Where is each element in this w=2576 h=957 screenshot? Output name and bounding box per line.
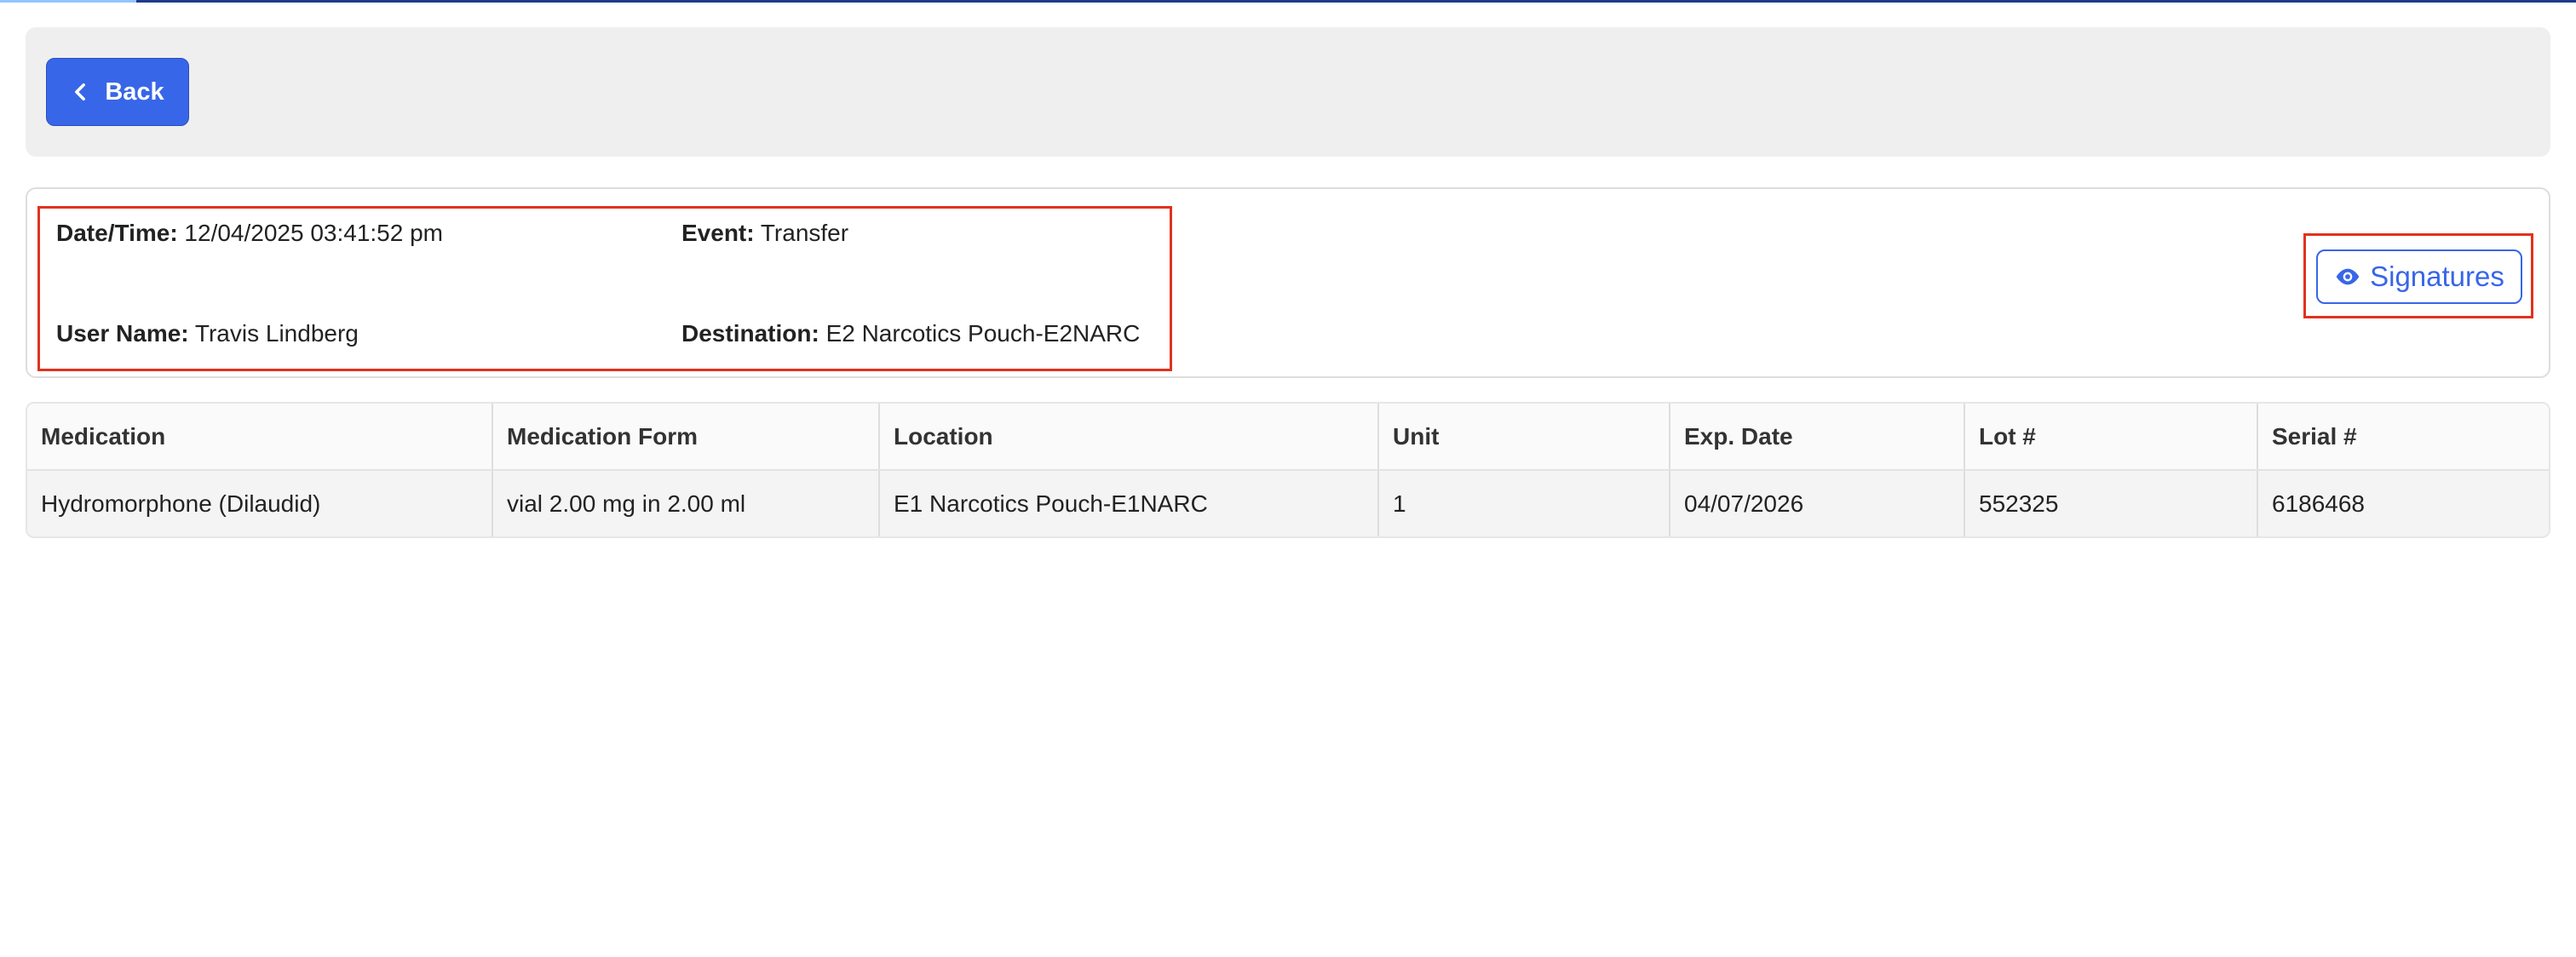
medication-table-container: Medication Medication Form Location Unit… — [26, 402, 2550, 538]
back-button[interactable]: Back — [46, 58, 189, 126]
col-header-unit[interactable]: Unit — [1378, 404, 1670, 471]
cell-location: E1 Narcotics Pouch-E1NARC — [879, 470, 1379, 536]
destination-value: E2 Narcotics Pouch-E2NARC — [825, 320, 1141, 347]
table-header-row: Medication Medication Form Location Unit… — [27, 404, 2549, 471]
destination-field: Destination: E2 Narcotics Pouch-E2NARC — [681, 320, 1140, 347]
col-header-location[interactable]: Location — [879, 404, 1379, 471]
datetime-label: Date/Time: — [56, 220, 178, 246]
top-progress-segment — [0, 0, 136, 3]
col-header-serial[interactable]: Serial # — [2257, 404, 2549, 471]
username-label: User Name: — [56, 320, 189, 347]
username-field: User Name: Travis Lindberg — [56, 320, 359, 347]
medication-table: Medication Medication Form Location Unit… — [27, 404, 2549, 536]
cell-exp-date: 04/07/2026 — [1670, 470, 1965, 536]
col-header-exp-date[interactable]: Exp. Date — [1670, 404, 1965, 471]
datetime-field: Date/Time: 12/04/2025 03:41:52 pm — [56, 220, 443, 247]
toolbar: Back — [26, 27, 2550, 157]
table-row[interactable]: Hydromorphone (Dilaudid) vial 2.00 mg in… — [27, 470, 2549, 536]
col-header-medication[interactable]: Medication — [27, 404, 493, 471]
cell-medication-form: vial 2.00 mg in 2.00 ml — [492, 470, 880, 536]
destination-label: Destination: — [681, 320, 819, 347]
cell-unit: 1 — [1378, 470, 1670, 536]
cell-lot: 552325 — [1964, 470, 2258, 536]
top-progress-bar — [0, 0, 2576, 3]
back-button-label: Back — [105, 77, 164, 106]
chevron-left-icon — [75, 83, 86, 101]
signatures-button-label: Signatures — [2370, 261, 2504, 292]
col-header-lot[interactable]: Lot # — [1964, 404, 2258, 471]
signatures-button[interactable]: Signatures — [2316, 249, 2522, 304]
signatures-highlight-box: Signatures — [2303, 233, 2533, 318]
cell-serial: 6186468 — [2272, 490, 2366, 517]
event-label: Event: — [681, 220, 755, 246]
eye-icon — [2336, 268, 2360, 285]
datetime-value: 12/04/2025 03:41:52 pm — [184, 220, 444, 246]
event-field: Event: Transfer — [681, 220, 848, 247]
col-header-medication-form[interactable]: Medication Form — [492, 404, 880, 471]
event-value: Transfer — [760, 220, 849, 246]
transaction-details-card: Date/Time: 12/04/2025 03:41:52 pm Event:… — [26, 187, 2550, 378]
username-value: Travis Lindberg — [194, 320, 359, 347]
cell-medication: Hydromorphone (Dilaudid) — [27, 470, 493, 536]
